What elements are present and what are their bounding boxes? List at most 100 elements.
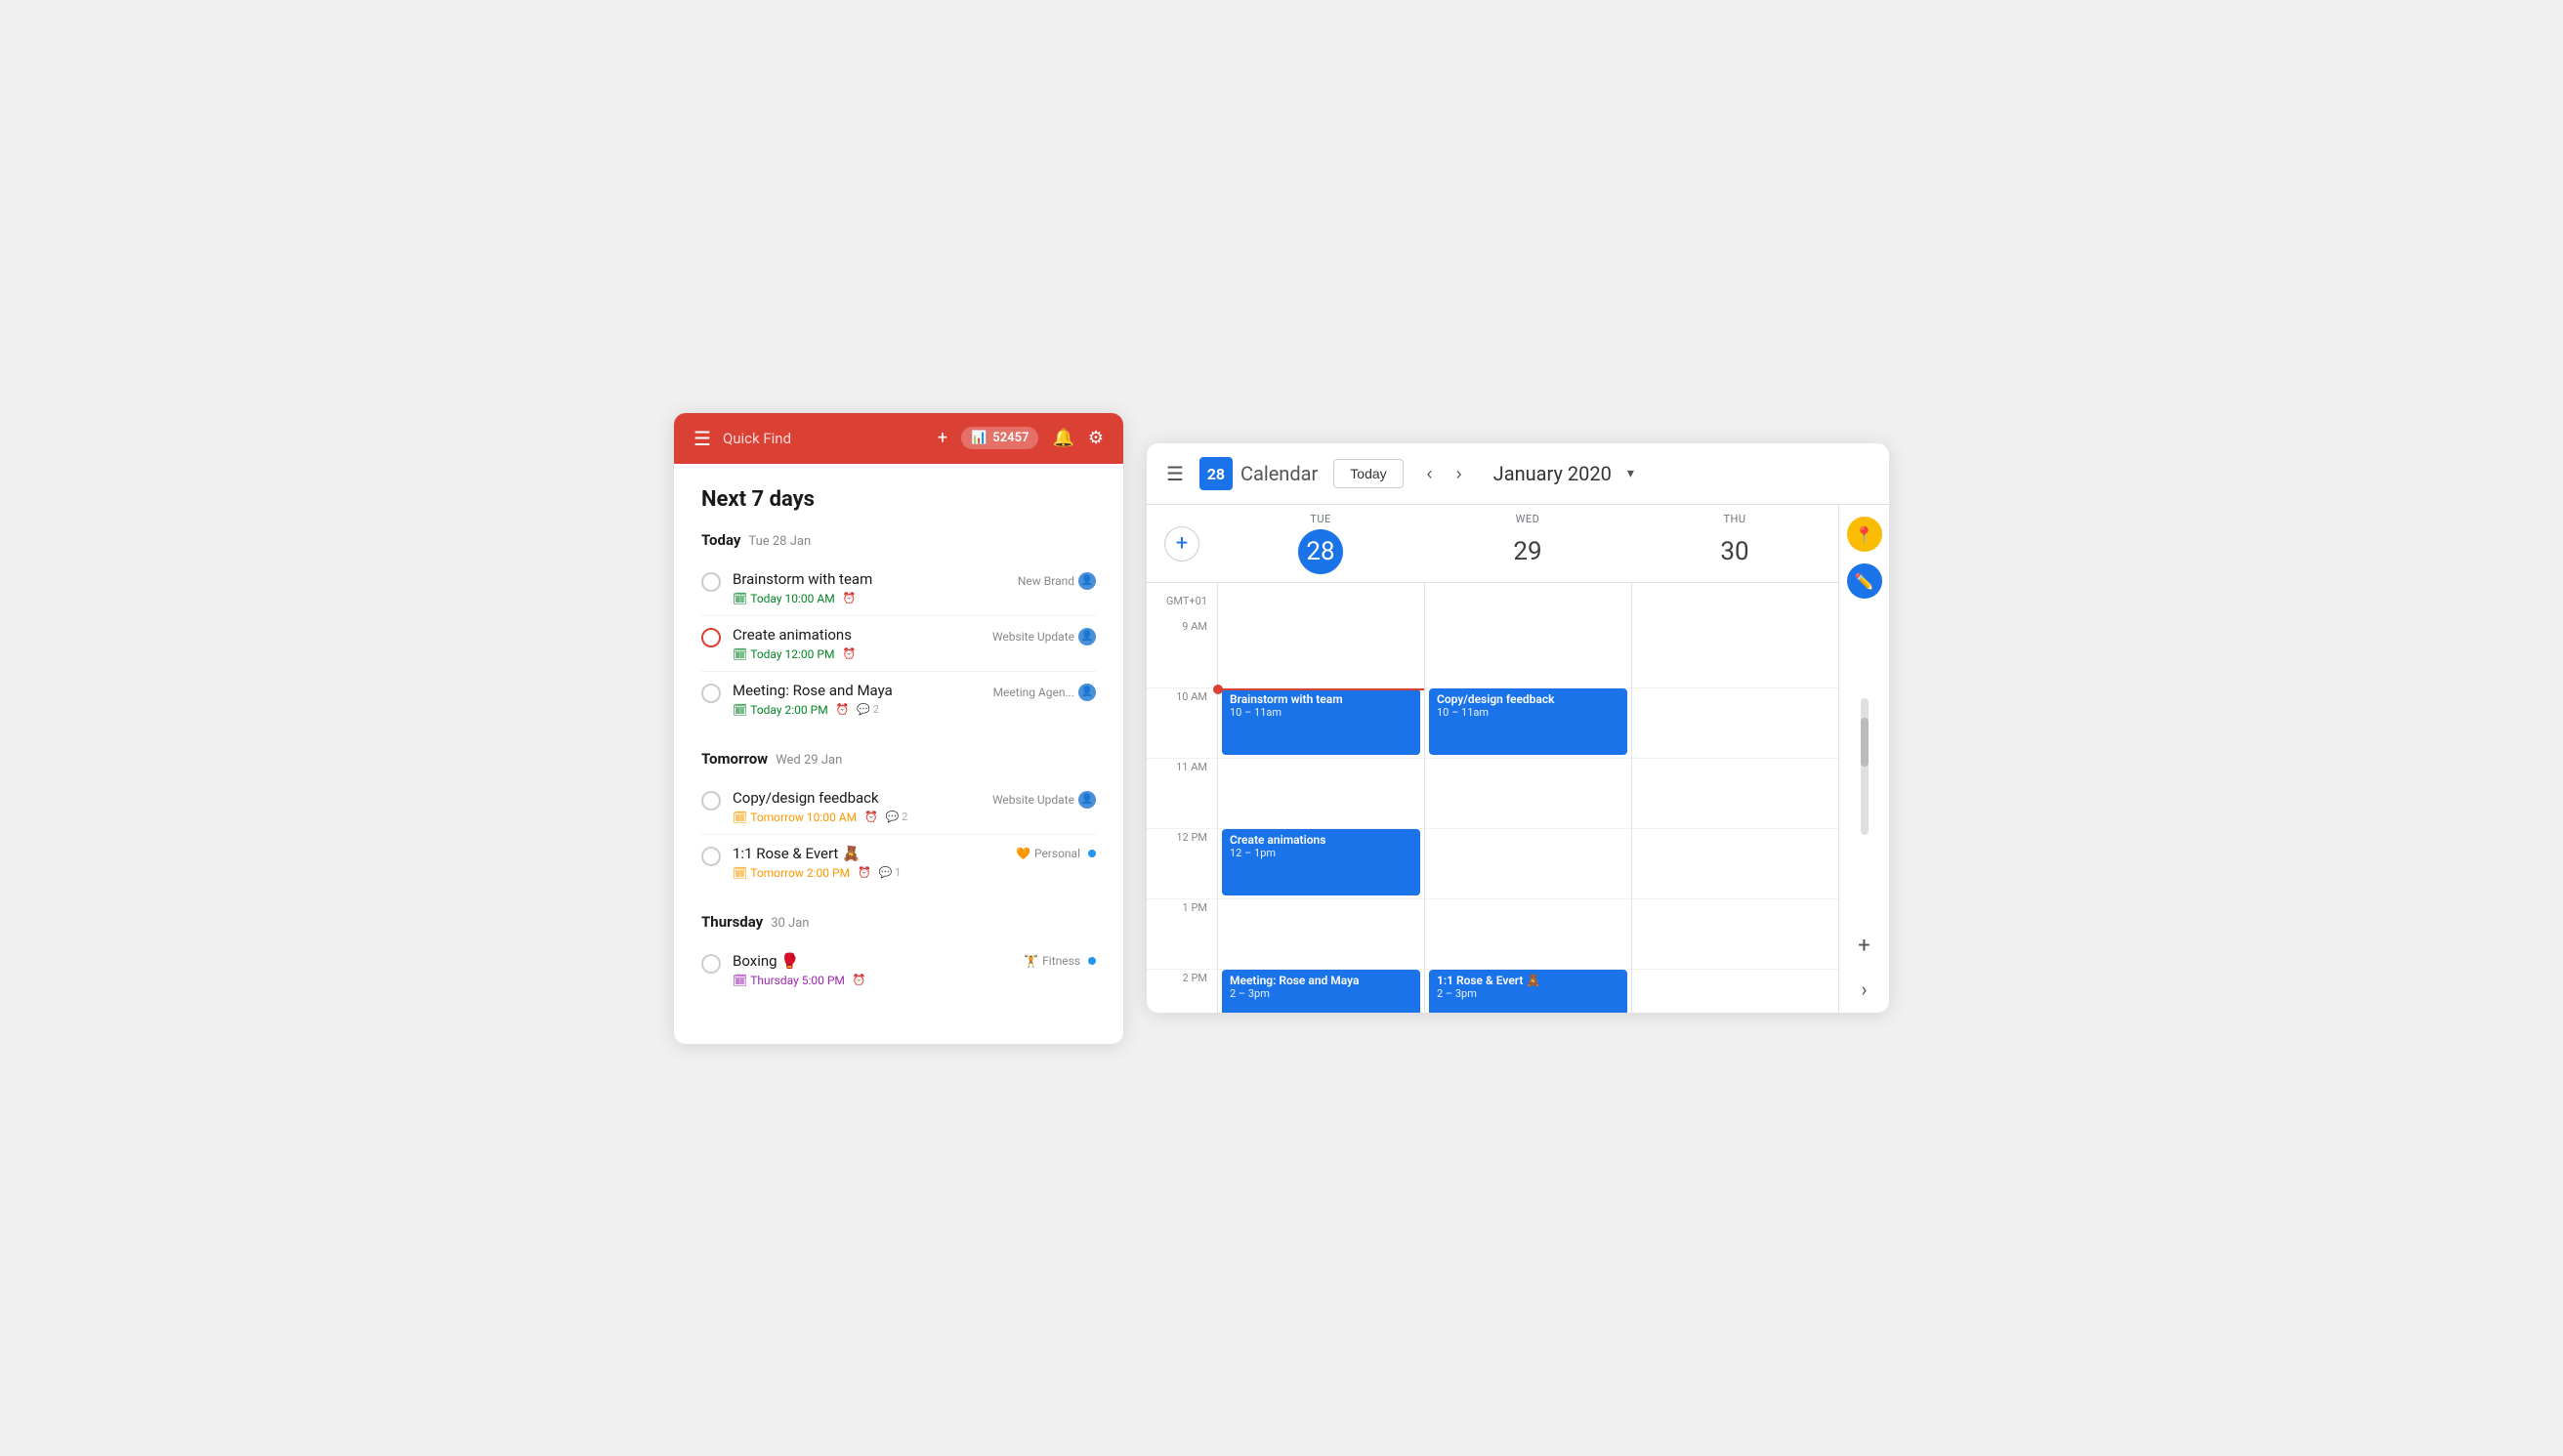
personal-emoji: 🧡 — [1016, 847, 1030, 860]
tue-row-10am[interactable]: Brainstorm with team 10 – 11am — [1218, 688, 1424, 759]
month-dropdown-arrow[interactable]: ▾ — [1627, 466, 1634, 481]
task-copy-design[interactable]: Copy/design feedback 🗓 Tomorrow 10:00 AM… — [701, 779, 1096, 835]
tomorrow-section: Tomorrow Wed 29 Jan Copy/design feedback… — [701, 750, 1096, 890]
task-animations[interactable]: Create animations 🗓 Today 12:00 PM ⏰ Web… — [701, 616, 1096, 672]
tue-row-12pm[interactable]: Create animations 12 – 1pm — [1218, 829, 1424, 899]
tomorrow-date: Wed 29 Jan — [776, 753, 842, 768]
cal-menu-icon[interactable]: ☰ — [1166, 462, 1184, 485]
calendar-header: ☰ 28 Calendar Today ‹ › January 2020 ▾ — [1147, 443, 1889, 505]
event-brainstorm[interactable]: Brainstorm with team 10 – 11am — [1222, 688, 1420, 755]
task-checkbox-3[interactable] — [701, 684, 721, 703]
thu-top-spacer — [1632, 583, 1838, 618]
add-task-icon[interactable]: + — [938, 428, 947, 448]
thursday-label: Thursday — [701, 913, 763, 931]
day-header-thu: THU 30 — [1631, 505, 1838, 582]
task-boxing[interactable]: Boxing 🥊 🗓 Thursday 5:00 PM ⏰ 🏋️ Fitness — [701, 942, 1096, 997]
current-time-dot — [1213, 685, 1223, 694]
calendar-nav: ‹ › — [1419, 460, 1470, 488]
task-body-3: Meeting: Rose and Maya 🗓 Today 2:00 PM ⏰… — [733, 682, 982, 717]
event-meeting-time: 2 – 3pm — [1230, 987, 1412, 1000]
thu-row-11am[interactable] — [1632, 759, 1838, 829]
prev-month-button[interactable]: ‹ — [1419, 460, 1441, 488]
task-meeting-rose-maya[interactable]: Meeting: Rose and Maya 🗓 Today 2:00 PM ⏰… — [701, 672, 1096, 727]
wed-row-11am[interactable] — [1425, 759, 1631, 829]
project-avatar-4: 👤 — [1078, 791, 1096, 809]
task-brainstorm[interactable]: Brainstorm with team 🗓 Today 10:00 AM ⏰ … — [701, 561, 1096, 616]
task-checkbox-5[interactable] — [701, 847, 721, 866]
calendar-right-icons: 📍 ✏️ + › — [1838, 505, 1889, 1013]
today-button[interactable]: Today — [1333, 459, 1403, 488]
day-name-tue: TUE — [1310, 513, 1330, 525]
scrollbar-thumb[interactable] — [1861, 718, 1869, 767]
thu-row-12pm[interactable] — [1632, 829, 1838, 899]
day-headers: + TUE 28 WED 29 THU 30 — [1147, 505, 1838, 583]
wed-row-9am[interactable] — [1425, 618, 1631, 688]
scrollbar-track — [1861, 698, 1869, 835]
time-1pm: 1 PM — [1147, 899, 1217, 970]
task-checkbox-6[interactable] — [701, 954, 721, 974]
event-create-animations[interactable]: Create animations 12 – 1pm — [1222, 829, 1420, 895]
alarm-icon-2: ⏰ — [842, 647, 856, 660]
event-11-rose-evert[interactable]: 1:1 Rose & Evert 🧸 2 – 3pm — [1429, 970, 1627, 1013]
task-body-1: Brainstorm with team 🗓 Today 10:00 AM ⏰ — [733, 570, 1006, 605]
left-content: Next 7 days Today Tue 28 Jan Brainstorm … — [674, 464, 1123, 1044]
task-11-rose-evert[interactable]: 1:1 Rose & Evert 🧸 🗓 Tomorrow 2:00 PM ⏰ … — [701, 835, 1096, 890]
day-header-tue: TUE 28 — [1217, 505, 1424, 582]
tue-events-col: Brainstorm with team 10 – 11am Create an… — [1217, 583, 1424, 1013]
time-11am: 11 AM — [1147, 759, 1217, 829]
task-checkbox-1[interactable] — [701, 572, 721, 592]
thu-row-2pm[interactable] — [1632, 970, 1838, 1013]
task-body-5: 1:1 Rose & Evert 🧸 🗓 Tomorrow 2:00 PM ⏰ … — [733, 845, 1004, 880]
quick-find-label[interactable]: Quick Find — [723, 430, 926, 447]
comment-icon-5: 💬 1 — [879, 866, 902, 879]
task-name-4: Copy/design feedback — [733, 789, 981, 807]
event-copy-design-time: 10 – 11am — [1437, 706, 1619, 719]
calendar-body: + TUE 28 WED 29 THU 30 — [1147, 505, 1889, 1013]
karma-badge: 📊 52457 — [961, 427, 1038, 449]
fitness-dot — [1088, 957, 1096, 965]
wed-row-1pm[interactable] — [1425, 899, 1631, 970]
left-header: ☰ Quick Find + 📊 52457 🔔 ⚙ — [674, 413, 1123, 464]
comment-icon-3: 💬 2 — [857, 703, 879, 716]
task-checkbox-4[interactable] — [701, 791, 721, 811]
tomorrow-label: Tomorrow — [701, 750, 768, 768]
expand-arrow-icon[interactable]: › — [1861, 978, 1867, 1001]
tue-row-11am[interactable] — [1218, 759, 1424, 829]
alarm-icon-5: ⏰ — [858, 866, 871, 879]
tue-row-2pm[interactable]: Meeting: Rose and Maya 2 – 3pm — [1218, 970, 1424, 1013]
wed-row-12pm[interactable] — [1425, 829, 1631, 899]
event-brainstorm-title: Brainstorm with team — [1230, 692, 1412, 706]
task-body-4: Copy/design feedback 🗓 Tomorrow 10:00 AM… — [733, 789, 981, 824]
menu-icon[interactable]: ☰ — [693, 427, 711, 450]
thu-row-1pm[interactable] — [1632, 899, 1838, 970]
notification-icon[interactable]: 🔔 — [1052, 428, 1073, 448]
tue-row-1pm[interactable] — [1218, 899, 1424, 970]
timezone-label: GMT+01 — [1147, 583, 1217, 618]
tomorrow-header: Tomorrow Wed 29 Jan — [701, 750, 1096, 768]
event-meeting-rose-maya[interactable]: Meeting: Rose and Maya 2 – 3pm — [1222, 970, 1420, 1013]
alarm-icon-6: ⏰ — [853, 974, 866, 986]
event-copy-design-feedback[interactable]: Copy/design feedback 10 – 11am — [1429, 688, 1627, 755]
tue-row-9am[interactable] — [1218, 618, 1424, 688]
thu-row-10am[interactable] — [1632, 688, 1838, 759]
add-event-button[interactable]: + — [1164, 526, 1199, 562]
thursday-date: 30 Jan — [771, 916, 809, 931]
time-2pm: 2 PM — [1147, 970, 1217, 1013]
task-name-5: 1:1 Rose & Evert 🧸 — [733, 845, 1004, 862]
day-header-wed: WED 29 — [1424, 505, 1631, 582]
next-month-button[interactable]: › — [1449, 460, 1470, 488]
settings-icon[interactable]: ⚙ — [1088, 428, 1104, 448]
task-right-3: Meeting Agen... 👤 — [993, 684, 1096, 701]
map-pin-icon[interactable]: 📍 — [1847, 517, 1882, 552]
task-checkbox-2[interactable] — [701, 628, 721, 647]
thu-row-9am[interactable] — [1632, 618, 1838, 688]
wed-row-10am[interactable]: Copy/design feedback 10 – 11am — [1425, 688, 1631, 759]
day-num-tue: 28 — [1298, 529, 1343, 574]
today-label: Today — [701, 531, 740, 549]
thursday-section: Thursday 30 Jan Boxing 🥊 🗓 Thursday 5:00… — [701, 913, 1096, 997]
wed-row-2pm[interactable]: 1:1 Rose & Evert 🧸 2 – 3pm — [1425, 970, 1631, 1013]
edit-icon[interactable]: ✏️ — [1847, 563, 1882, 599]
add-button-side[interactable]: + — [1858, 934, 1870, 958]
page-title: Next 7 days — [701, 487, 1096, 512]
task-meta-4: 🗓 Tomorrow 10:00 AM ⏰ 💬 2 — [733, 811, 981, 824]
